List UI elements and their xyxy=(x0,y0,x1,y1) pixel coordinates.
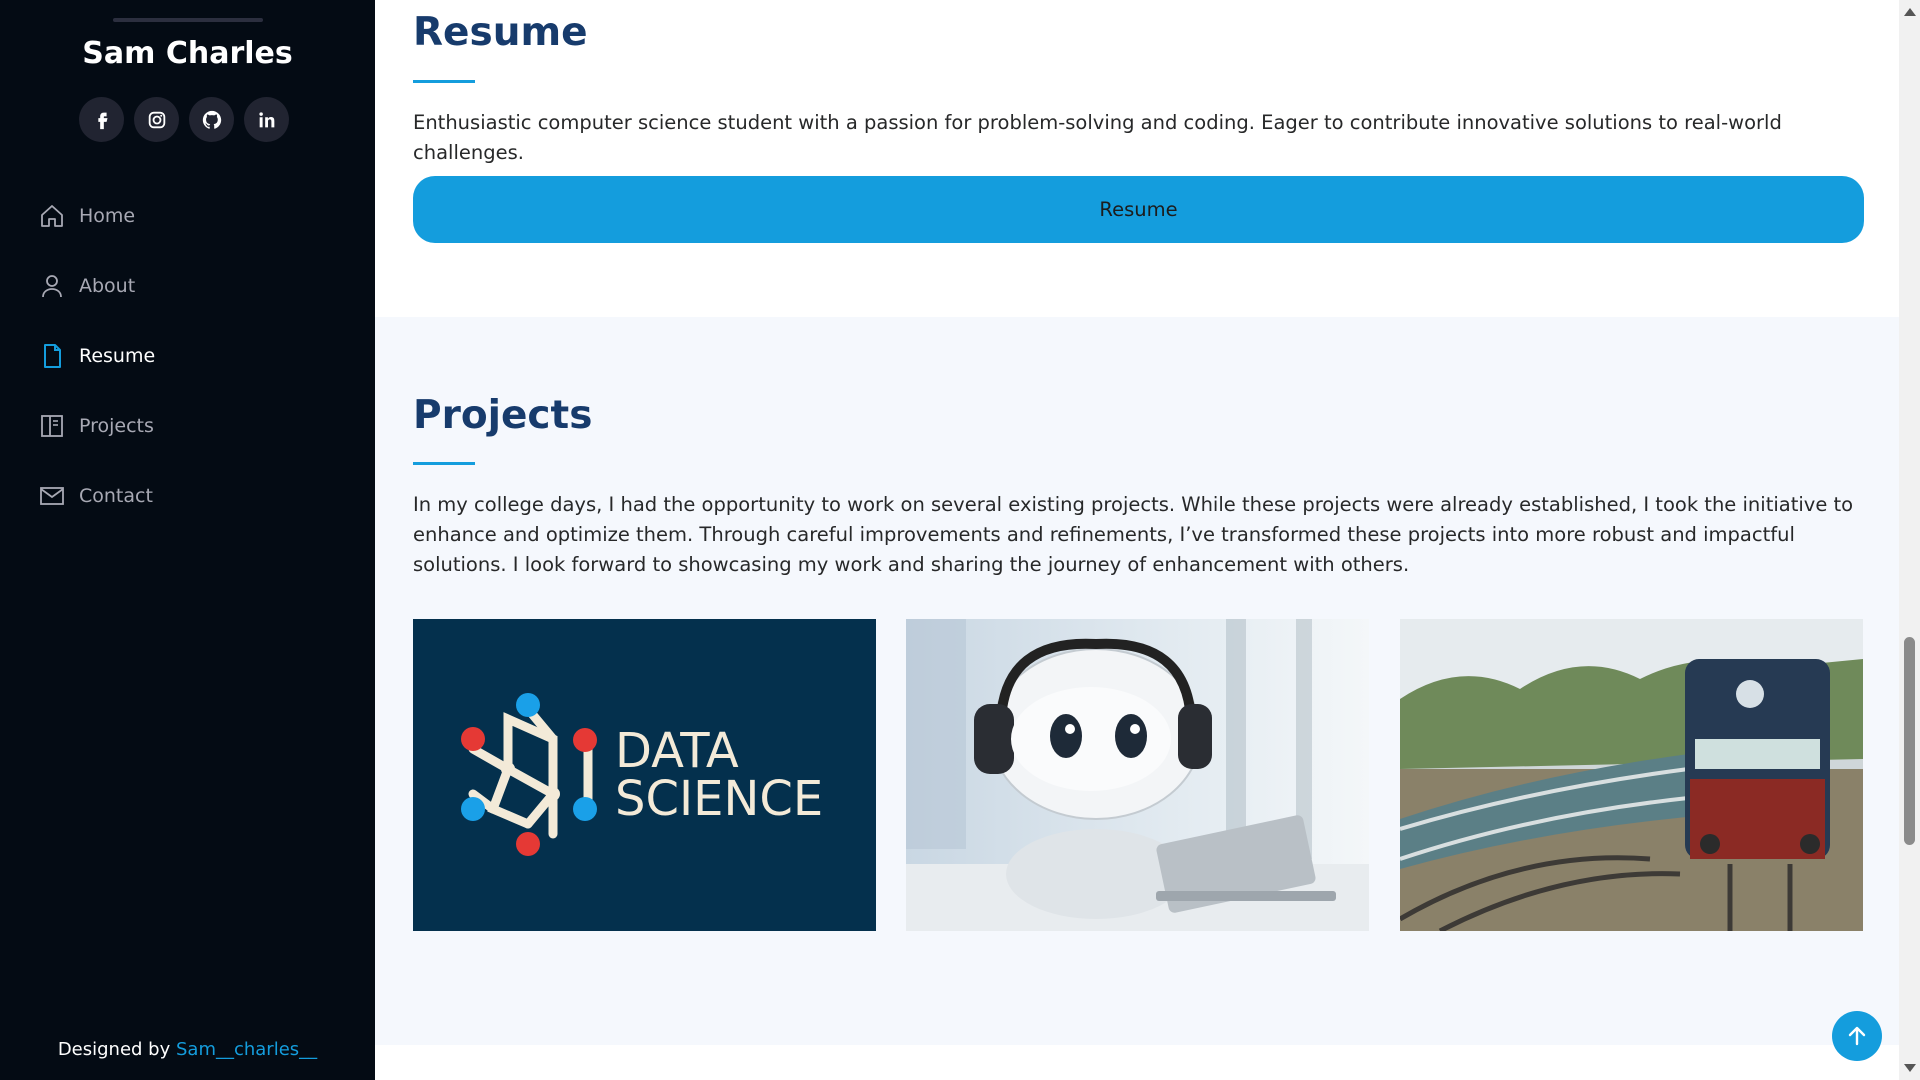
back-to-top-button[interactable] xyxy=(1832,1011,1882,1061)
nav-label-contact: Contact xyxy=(79,485,153,507)
instagram-link[interactable] xyxy=(134,97,179,142)
nav-item-contact[interactable]: Contact xyxy=(0,461,375,531)
github-link[interactable] xyxy=(189,97,234,142)
projects-title-underline xyxy=(413,462,475,465)
nav-item-home[interactable]: Home xyxy=(0,181,375,251)
projects-title: Projects xyxy=(413,393,593,438)
designer-link[interactable]: Sam__charles__ xyxy=(176,1039,317,1060)
resume-title-underline xyxy=(413,80,475,83)
facebook-icon xyxy=(97,112,107,129)
scroll-up-arrow-icon[interactable] xyxy=(1904,8,1916,16)
nav-label-resume: Resume xyxy=(79,345,156,367)
resume-button[interactable]: Resume xyxy=(413,176,1864,243)
data-science-line2: SCIENCE xyxy=(615,771,823,827)
linkedin-link[interactable] xyxy=(244,97,289,142)
book-icon xyxy=(38,412,66,440)
linkedin-icon xyxy=(258,111,274,127)
profile-name: Sam Charles xyxy=(82,36,293,71)
train-image xyxy=(1400,619,1863,931)
sidebar: Sam Charles Home About Resume Projects C… xyxy=(0,0,375,1080)
credit-prefix: Designed by xyxy=(57,1039,176,1060)
train-card[interactable] xyxy=(1400,619,1863,931)
nav-label-projects: Projects xyxy=(79,415,154,437)
sidebar-top-divider xyxy=(113,18,263,22)
sidebar-nav: Home About Resume Projects Contact xyxy=(0,181,375,531)
arrow-up-icon xyxy=(1848,1026,1866,1046)
home-icon xyxy=(38,202,66,230)
user-icon xyxy=(38,272,66,300)
data-science-card[interactable]: DATA SCIENCE xyxy=(413,619,876,931)
file-icon xyxy=(38,342,66,370)
github-icon xyxy=(202,110,221,129)
resume-title: Resume xyxy=(413,10,588,55)
resume-section: Resume Enthusiastic computer science stu… xyxy=(375,0,1899,317)
social-links xyxy=(79,97,289,142)
projects-section: Projects In my college days, I had the o… xyxy=(375,317,1899,1045)
page-scrollbar[interactable] xyxy=(1899,0,1920,1080)
nav-item-resume[interactable]: Resume xyxy=(0,321,375,391)
main-content: Resume Enthusiastic computer science stu… xyxy=(375,0,1899,1080)
robot-assistant-image xyxy=(906,619,1369,931)
envelope-icon xyxy=(38,482,66,510)
nav-label-home: Home xyxy=(79,205,136,227)
resume-description: Enthusiastic computer science student wi… xyxy=(413,111,1782,164)
nav-item-projects[interactable]: Projects xyxy=(0,391,375,461)
projects-description: In my college days, I had the opportunit… xyxy=(413,493,1854,576)
facebook-link[interactable] xyxy=(79,97,124,142)
robot-assistant-card[interactable] xyxy=(906,619,1369,931)
next-section-start xyxy=(375,1045,1899,1080)
designer-credit: Designed by Sam__charles__ xyxy=(0,1039,375,1060)
scrollbar-thumb[interactable] xyxy=(1904,637,1915,845)
nav-item-about[interactable]: About xyxy=(0,251,375,321)
instagram-icon xyxy=(148,111,165,128)
scroll-down-arrow-icon[interactable] xyxy=(1904,1064,1916,1072)
nav-label-about: About xyxy=(79,275,136,297)
data-science-image: DATA SCIENCE xyxy=(461,693,823,856)
